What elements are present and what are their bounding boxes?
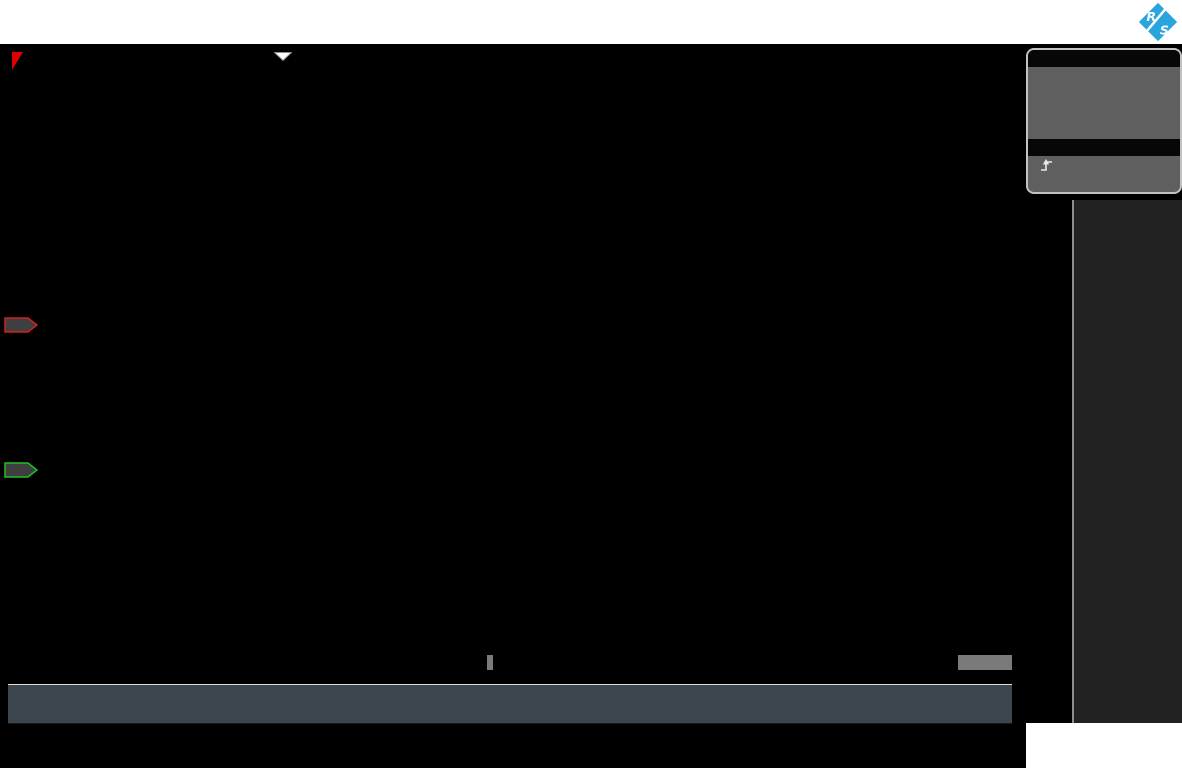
acquisition-span-badge [958, 655, 1012, 670]
signal-bar-divider[interactable] [1072, 200, 1074, 723]
svg-text:S: S [1160, 22, 1169, 37]
signal-bar-dock [1074, 200, 1182, 723]
ch1-ground-marker[interactable] [4, 317, 38, 333]
horizontal-trigger-panel[interactable] [1026, 48, 1182, 194]
ch2-ground-marker[interactable] [4, 462, 38, 478]
trigger-position-marker[interactable] [274, 52, 292, 61]
bottom-right-panel [1026, 723, 1182, 768]
rohde-schwarz-logo: R S [1137, 1, 1179, 43]
timebase-badge [487, 655, 493, 670]
waveform-display[interactable] [0, 44, 1012, 681]
svg-text:R: R [1147, 9, 1157, 24]
horizontal-header[interactable] [1028, 50, 1180, 67]
trigger-header[interactable] [1028, 139, 1180, 156]
horizontal-row-resolution[interactable] [1028, 67, 1180, 85]
measurement-bar [8, 684, 1012, 724]
trigger-row-level[interactable] [1028, 174, 1180, 192]
trigger-row-source[interactable] [1028, 156, 1180, 174]
horizontal-row-acqtime[interactable] [1028, 121, 1180, 139]
graticule[interactable] [0, 44, 1012, 681]
titlebar: R S [0, 0, 1182, 44]
rising-edge-icon [1039, 158, 1054, 172]
horizontal-row-timebase[interactable] [1028, 103, 1180, 121]
oscilloscope-screen: R S [0, 0, 1182, 768]
horizontal-row-record[interactable] [1028, 85, 1180, 103]
trigger-level-corner-marker[interactable] [12, 52, 24, 71]
